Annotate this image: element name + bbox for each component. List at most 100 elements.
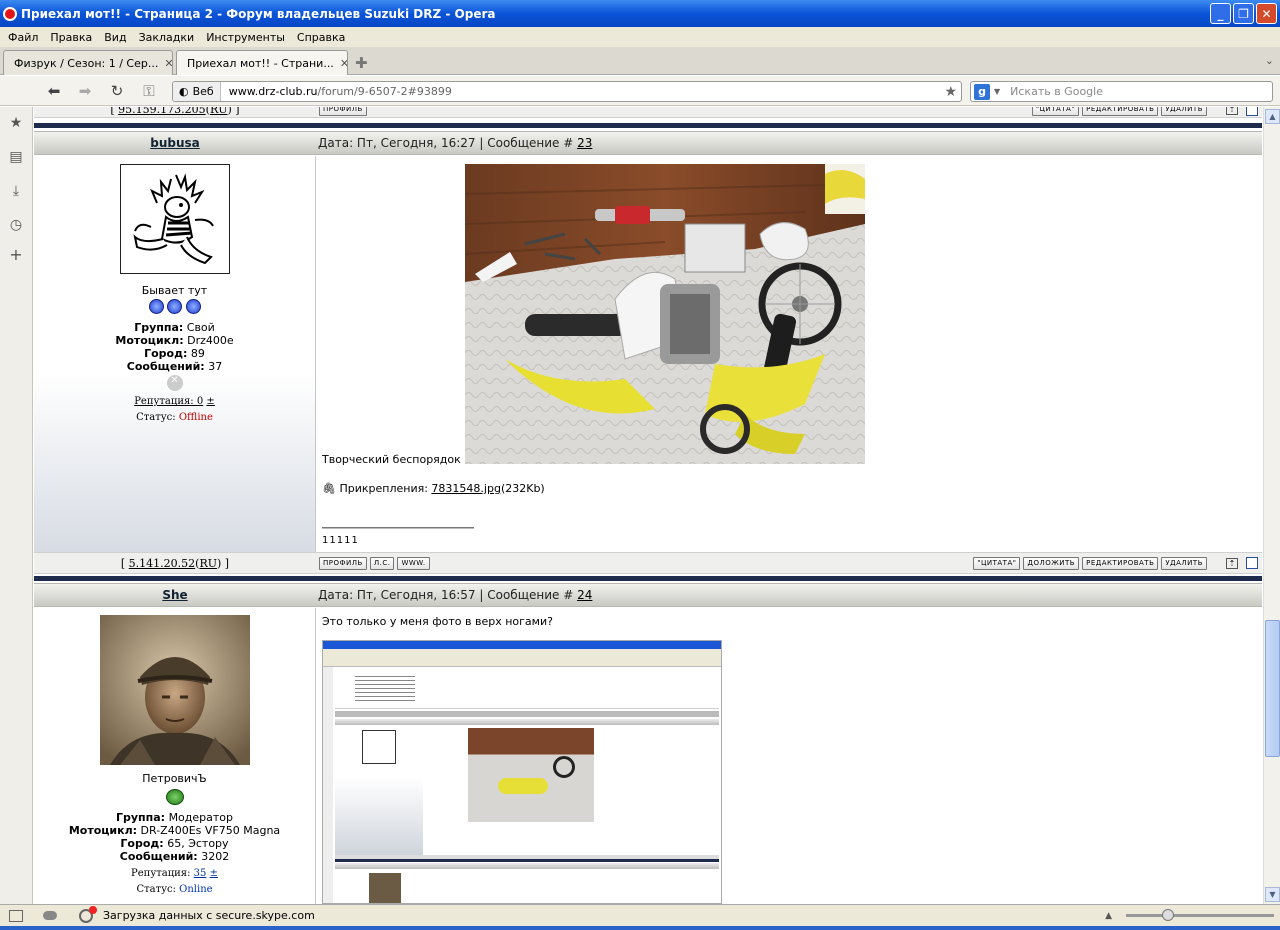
scroll-thumb[interactable] — [1265, 620, 1280, 757]
mini-userinfo — [335, 727, 423, 855]
menu-file[interactable]: Файл — [2, 31, 44, 44]
cloud-icon[interactable] — [43, 911, 57, 920]
search-field[interactable]: g ▼ Искать в Google — [970, 81, 1273, 102]
user-avatar — [119, 164, 230, 274]
user-reputation: Репутация: 0 ± — [134, 396, 215, 407]
page-content: [ 95.159.173.205(RU) ] ПРОФИЛЬ "ЦИТАТА" … — [34, 107, 1262, 904]
pm-button[interactable]: Л.С. — [369, 556, 395, 570]
globe-icon: ◐ — [179, 85, 189, 98]
close-tab-icon[interactable]: ✕ — [334, 57, 347, 70]
status-menu-arrow-icon[interactable]: ▲ — [1105, 911, 1112, 921]
user-city: Город: 89 — [144, 347, 205, 360]
ip-address: [ 5.141.20.52(RU) ] — [120, 556, 230, 570]
address-bar[interactable]: ◐ Веб www.drz-club.ru/forum/9-6507-2#9389… — [172, 81, 962, 102]
vertical-scrollbar[interactable]: ▲ ▼ — [1263, 107, 1280, 904]
reload-icon[interactable]: ↻ — [106, 80, 128, 102]
speed-dial-icon[interactable] — [79, 905, 97, 923]
edit-button[interactable]: РЕДАКТИРОВАТЬ — [1082, 107, 1159, 116]
menu-bookmarks[interactable]: Закладки — [133, 31, 201, 44]
mini-prev-post — [335, 667, 719, 709]
quote-button[interactable]: "ЦИТАТА" — [973, 556, 1021, 570]
signature-separator — [322, 527, 474, 529]
scroll-top-icon[interactable]: ⇡ — [1226, 557, 1238, 569]
scroll-up-icon[interactable]: ▲ — [1265, 109, 1280, 124]
bookmark-star-icon[interactable]: ★ — [944, 84, 957, 100]
title-bar: Приехал мот!! - Страница 2 - Форум владе… — [0, 0, 1280, 27]
tab-bar: Физрук / Сезон: 1 / Сер... ✕ Приехал мот… — [0, 47, 1280, 75]
scroll-top-icon[interactable]: ⇡ — [1226, 107, 1238, 115]
post-text: Это только у меня фото в верх ногами? — [322, 615, 553, 628]
menu-bar: Файл Правка Вид Закладки Инструменты Спр… — [0, 27, 1280, 47]
scroll-down-icon[interactable]: ▼ — [1265, 887, 1280, 902]
attachment-link[interactable]: 7831548.jpg — [431, 482, 501, 495]
post-footer: [ 5.141.20.52(RU) ] ПРОФИЛЬ Л.С. WWW. "Ц… — [34, 552, 1262, 574]
paperclip-icon: 🖇 — [322, 482, 336, 495]
maximize-button[interactable]: ❐ — [1233, 3, 1254, 24]
mini-toolbar — [323, 649, 721, 667]
post-date: Дата: Пт, Сегодня, 16:57 | Сообщение # 2… — [318, 588, 593, 602]
delete-button[interactable]: УДАЛИТЬ — [1161, 107, 1207, 116]
back-arrow-icon[interactable]: ⬅ — [43, 80, 65, 102]
select-checkbox[interactable] — [1246, 107, 1258, 116]
forward-arrow-icon[interactable]: ➡ — [74, 80, 96, 102]
rank-star-icon — [148, 299, 164, 314]
user-rank: Бывает тут — [141, 284, 208, 297]
close-window-button[interactable]: ✕ — [1256, 3, 1277, 24]
window-bottom-border — [0, 926, 1280, 930]
menu-tools[interactable]: Инструменты — [200, 31, 291, 44]
user-avatar — [99, 615, 250, 765]
notes-icon[interactable]: ▤ — [7, 149, 25, 167]
menu-view[interactable]: Вид — [98, 31, 132, 44]
delete-button[interactable]: УДАЛИТЬ — [1161, 556, 1207, 570]
add-panel-plus-icon[interactable]: + — [7, 245, 25, 264]
ip-address: [ 95.159.173.205(RU) ] — [110, 107, 240, 116]
zoom-slider[interactable] — [1126, 909, 1274, 921]
dropdown-arrow-icon[interactable]: ▼ — [994, 87, 1000, 96]
profile-button[interactable]: ПРОФИЛЬ — [319, 107, 367, 116]
side-panel: ★ ▤ ⤓ ◷ + — [0, 107, 33, 904]
post-photo[interactable] — [465, 164, 865, 464]
minimize-button[interactable]: _ — [1210, 3, 1231, 24]
menu-help[interactable]: Справка — [291, 31, 351, 44]
url-text[interactable]: www.drz-club.ru/forum/9-6507-2#93899 — [221, 85, 452, 98]
web-security-badge[interactable]: ◐ Веб — [173, 82, 221, 101]
user-messages: Сообщений: 37 — [126, 360, 223, 373]
user-moto: Мотоцикл: Drz400e — [115, 334, 234, 347]
moderator-icon — [165, 789, 184, 805]
rank-star-icon — [185, 299, 201, 314]
user-info: Бывает тут Группа: Свой Мотоцикл: Drz400… — [34, 156, 316, 552]
embedded-screenshot[interactable] — [322, 640, 722, 904]
menu-edit[interactable]: Правка — [44, 31, 98, 44]
mini-titlebar — [323, 641, 721, 649]
panel-toggle-icon[interactable] — [9, 909, 23, 922]
tab-menu-chevron-icon[interactable]: ⌄ — [1265, 54, 1274, 67]
google-icon[interactable]: g — [974, 83, 990, 100]
history-clock-icon[interactable]: ◷ — [7, 217, 25, 235]
select-checkbox[interactable] — [1246, 557, 1258, 569]
user-info: ПетровичЪ Группа: Модератор Мотоцикл: DR… — [34, 608, 316, 904]
report-button[interactable]: ДОЛОЖИТЬ — [1023, 556, 1080, 570]
search-placeholder: Искать в Google — [1010, 85, 1103, 98]
rank-star-icon — [167, 299, 182, 314]
author-nick[interactable]: bubusa — [34, 136, 316, 150]
new-tab-plus-icon[interactable]: ✚ — [355, 54, 368, 72]
downloads-icon[interactable]: ⤓ — [7, 183, 25, 201]
author-nick[interactable]: She — [34, 588, 316, 602]
bookmarks-star-icon[interactable]: ★ — [7, 115, 25, 133]
key-icon[interactable]: ⚿ — [138, 80, 160, 102]
zoom-slider-handle[interactable] — [1162, 909, 1174, 921]
profile-button[interactable]: ПРОФИЛЬ — [319, 556, 367, 570]
mini-moto-photo — [468, 728, 594, 822]
opera-logo-icon[interactable] — [3, 6, 17, 21]
mini-avatar — [369, 873, 401, 903]
user-rank: ПетровичЪ — [142, 772, 207, 785]
quote-button[interactable]: "ЦИТАТА" — [1031, 107, 1080, 116]
tab-forum[interactable]: Приехал мот!! - Страни... ✕ — [176, 50, 348, 75]
tab-fizruk[interactable]: Физрук / Сезон: 1 / Сер... ✕ — [3, 50, 173, 75]
post-text: Творческий беспорядок — [322, 453, 461, 466]
close-tab-icon[interactable]: ✕ — [158, 57, 172, 70]
edit-button[interactable]: РЕДАКТИРОВАТЬ — [1082, 556, 1159, 570]
attachments: 🖇 Прикрепления: 7831548.jpg(232Kb) — [322, 482, 545, 495]
user-city: Город: 65, Эстору — [120, 837, 229, 850]
www-button[interactable]: WWW. — [397, 556, 430, 570]
